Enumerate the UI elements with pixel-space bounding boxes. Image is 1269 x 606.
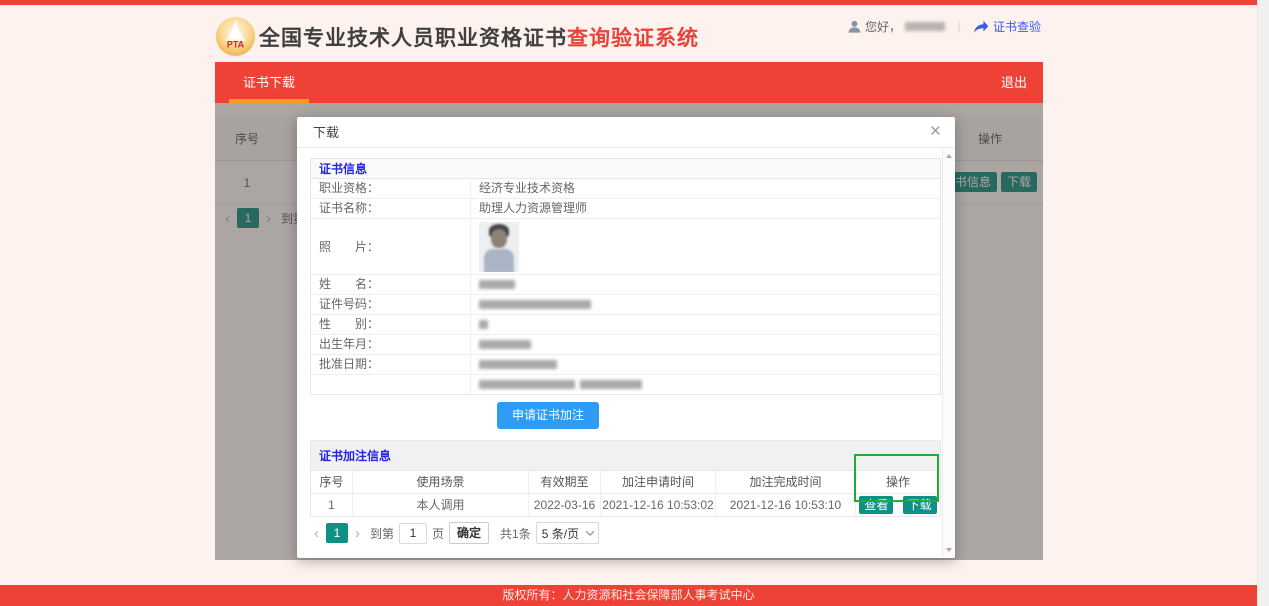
user-info: 您好， ｜ 证书查验 [848, 18, 1041, 35]
cell-scene: 本人调用 [353, 494, 529, 516]
field-value [471, 355, 940, 374]
page-number-input[interactable] [399, 522, 428, 544]
field-label: 证书名称： [311, 199, 471, 218]
field-label [311, 375, 471, 394]
field-label: 性 别： [311, 315, 471, 334]
scroll-up-icon[interactable] [946, 154, 952, 158]
apply-annotation-button[interactable]: 申请证书加注 [497, 402, 600, 429]
goto-label: 到第 [370, 526, 395, 541]
cell-apply-time: 2021-12-16 10:53:02 [601, 494, 716, 516]
annotation-table: 序号 使用场景 有效期至 加注申请时间 加注完成时间 操作 1 本人调用 202… [310, 470, 941, 517]
pta-logo-icon: PTA [216, 17, 255, 56]
field-label: 姓 名： [311, 275, 471, 294]
redacted-value [479, 300, 591, 310]
confirm-button[interactable]: 确定 [449, 522, 490, 544]
field-value [471, 335, 940, 354]
modal-header: 下载 × [297, 117, 955, 148]
info-row: 性 别： [311, 315, 940, 335]
view-button[interactable]: 查看 [859, 496, 894, 514]
field-value [471, 275, 940, 294]
field-value [471, 295, 940, 314]
divider: ｜ [952, 20, 965, 34]
field-value [471, 315, 940, 334]
prev-page-chevron[interactable]: ‹ [310, 525, 323, 542]
app-title-accent: 查询验证系统 [567, 26, 699, 50]
field-label: 批准日期： [311, 355, 471, 374]
download-modal: 下载 × 证书信息 职业资格： 经济专业技术资格 证书名称： 助理人力资源管理师… [297, 117, 955, 558]
info-row: 证件号码： [311, 295, 940, 315]
logout-button[interactable]: 退出 [1001, 62, 1027, 103]
modal-title: 下载 [313, 125, 340, 140]
col-no: 序号 [311, 471, 353, 493]
modal-body: 证书信息 职业资格： 经济专业技术资格 证书名称： 助理人力资源管理师 照 片： [310, 158, 941, 545]
cell-valid-until: 2022-03-16 [529, 494, 601, 516]
col-complete-time: 加注完成时间 [716, 471, 856, 493]
col-apply-time: 加注申请时间 [601, 471, 716, 493]
redacted-value [580, 380, 642, 390]
apply-row: 申请证书加注 [310, 395, 941, 436]
tab-cert-download[interactable]: 证书下载 [229, 62, 310, 103]
info-row-photo: 照 片： [311, 219, 940, 275]
redacted-username [904, 22, 945, 31]
chevron-down-icon [585, 527, 594, 536]
col-scene: 使用场景 [353, 471, 529, 493]
cert-verify-link[interactable]: 证书查验 [993, 18, 1041, 35]
portrait-photo [479, 222, 519, 272]
info-row: 批准日期： [311, 355, 940, 375]
field-value [471, 375, 940, 394]
redacted-value [479, 280, 515, 290]
col-action: 操作 [885, 475, 910, 489]
cert-info-section-header: 证书信息 [311, 159, 940, 179]
cert-info-title: 证书信息 [319, 162, 368, 176]
photo-cell [471, 219, 940, 275]
close-icon[interactable]: × [930, 120, 941, 144]
annotation-table-row: 1 本人调用 2022-03-16 2021-12-16 10:53:02 20… [311, 494, 940, 516]
redacted-value [479, 340, 531, 350]
annotation-table-header: 序号 使用场景 有效期至 加注申请时间 加注完成时间 操作 [311, 471, 940, 494]
download-button[interactable]: 下载 [902, 496, 937, 514]
share-arrow-icon [973, 20, 989, 33]
page-footer: 版权所有：人力资源和社会保障部人事考试中心 [0, 585, 1257, 606]
field-value: 经济专业技术资格 [479, 181, 576, 195]
page-header: PTA 全国专业技术人员职业资格证书查询验证系统 您好， ｜ 证书查验 [215, 5, 1043, 62]
field-label: 职业资格： [311, 179, 471, 198]
page-scrollbar-strip[interactable] [1257, 0, 1269, 606]
field-value: 助理人力资源管理师 [479, 201, 588, 215]
cert-info-section: 证书信息 职业资格： 经济专业技术资格 证书名称： 助理人力资源管理师 照 片： [310, 158, 941, 395]
field-label: 照 片： [311, 219, 471, 275]
user-icon [848, 20, 861, 33]
info-row: 出生年月： [311, 335, 940, 355]
info-row [311, 375, 940, 394]
current-page[interactable]: 1 [326, 523, 348, 543]
copyright-text: 版权所有：人力资源和社会保障部人事考试中心 [502, 588, 755, 602]
info-row: 职业资格： 经济专业技术资格 [311, 179, 940, 199]
page-size-select[interactable]: 5 条/页 [535, 522, 599, 544]
next-page-chevron[interactable]: › [351, 525, 364, 542]
svg-text:PTA: PTA [227, 40, 245, 50]
redacted-value [479, 360, 557, 370]
col-valid-until: 有效期至 [529, 471, 601, 493]
field-label: 出生年月： [311, 335, 471, 354]
redacted-value [479, 380, 575, 390]
brand: PTA 全国专业技术人员职业资格证书查询验证系统 [215, 16, 699, 57]
annotation-section-header: 证书加注信息 [310, 440, 941, 470]
modal-scrollbar[interactable] [942, 149, 954, 557]
nav-bar: 证书下载 退出 [215, 62, 1043, 103]
cell-action: 查看 下载 [856, 494, 940, 516]
app-title: 全国专业技术人员职业资格证书查询验证系统 [259, 22, 699, 52]
total-count-label: 共1条 [500, 526, 531, 541]
scroll-down-icon[interactable] [946, 548, 952, 552]
info-row: 姓 名： [311, 275, 940, 295]
redacted-value [479, 320, 488, 330]
cell-complete-time: 2021-12-16 10:53:10 [716, 494, 856, 516]
greeting-text: 您好， [864, 20, 901, 34]
page-unit-label: 页 [432, 526, 445, 541]
cell-no: 1 [311, 494, 353, 516]
app-title-main: 全国专业技术人员职业资格证书 [259, 26, 567, 50]
field-label: 证件号码： [311, 295, 471, 314]
annotation-section-title: 证书加注信息 [319, 449, 392, 463]
info-row: 证书名称： 助理人力资源管理师 [311, 199, 940, 219]
modal-pagination: ‹ 1 › 到第 页 确定 共1条 5 条/页 [310, 521, 941, 545]
page-size-value: 5 条/页 [541, 526, 580, 541]
